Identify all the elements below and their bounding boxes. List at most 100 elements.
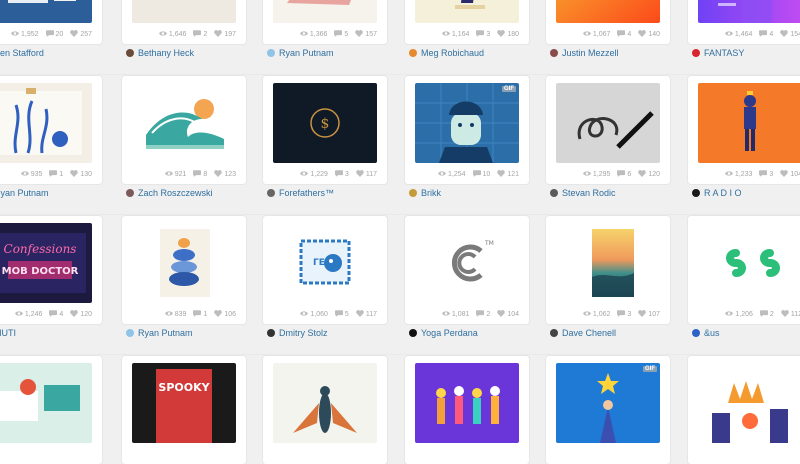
shot-thumbnail[interactable] [556,83,660,163]
eye-icon [582,30,591,39]
view-count-stat: 1,246 [14,310,42,319]
shot-card[interactable]: $1,229 3 117 [263,76,387,184]
author-link[interactable]: MUTI [0,328,16,338]
like-count-stat[interactable]: 157 [355,29,377,39]
shot-card[interactable]: 1,206 2 112 [688,216,800,324]
view-count: 1,062 [592,310,611,318]
heart-icon [780,29,789,39]
shot-card[interactable]: 1,464 4 154 [688,0,800,44]
shot-thumbnail[interactable] [698,83,800,163]
shot-card[interactable] [405,356,529,464]
like-count-stat[interactable]: 120 [70,309,92,319]
shot-card[interactable]: GIF [546,356,670,464]
shot-thumbnail[interactable] [0,0,92,23]
shot-thumbnail[interactable] [0,363,92,443]
shot-card[interactable]: 1,952 20 257 [0,0,102,44]
author-link[interactable]: Brikk [409,188,441,198]
shot-thumbnail[interactable]: ГЕ [273,223,377,303]
author-link[interactable]: Justin Mezzell [550,48,619,58]
shot-thumbnail[interactable]: Confessions MOB DOCTOR [0,223,92,303]
shot-thumbnail[interactable] [698,223,800,303]
shot-card[interactable]: ГЕ 1,060 5 117 [263,216,387,324]
shot-card[interactable]: 839 1 106 [122,216,246,324]
like-count-stat[interactable]: 120 [638,169,660,179]
shot-card[interactable] [0,356,102,464]
shot-card[interactable]: 1,366 5 157 [263,0,387,44]
shot-card[interactable] [688,356,800,464]
shot-thumbnail[interactable] [132,83,236,163]
author-link[interactable]: R A D I O [692,188,742,198]
like-count-stat[interactable]: 106 [214,309,236,319]
shot-card[interactable]: Confessions MOB DOCTOR 1,246 4 120 [0,216,102,324]
shot-thumbnail[interactable] [556,0,660,23]
like-count-stat[interactable]: 123 [214,169,236,179]
shot-thumbnail[interactable] [556,223,660,303]
shot-card[interactable]: 1,062 3 107 [546,216,670,324]
author-link[interactable]: FANTASY [692,48,744,58]
shot-thumbnail[interactable] [0,83,92,163]
shot-thumbnail[interactable]: GIF [415,83,519,163]
comment-count-stat: 4 [617,29,631,39]
shot-thumbnail[interactable] [132,0,236,23]
like-count-stat[interactable]: 180 [497,29,519,39]
like-count-stat[interactable]: 104 [497,309,519,319]
author-link[interactable]: Stevan Rodic [550,188,616,198]
author-link[interactable]: Forefathers™ [267,188,334,198]
shot-card[interactable]: GIF 1,254 10 121 [405,76,529,184]
author-link[interactable]: &us [692,328,720,338]
author-link[interactable]: Zach Roszczewski [126,188,213,198]
like-count-stat[interactable]: 107 [638,309,660,319]
shot-stats: 1,254 10 121 [405,167,519,181]
view-count-stat: 1,952 [10,30,39,39]
author-link[interactable]: Dave Chenell [550,328,616,338]
shot-thumbnail[interactable]: SPOOKY [132,363,236,443]
shot-thumbnail[interactable] [273,363,377,443]
like-count-stat[interactable]: 121 [497,169,519,179]
shot-card[interactable]: 1,646 2 197 [122,0,246,44]
author-link[interactable]: Ryan Putnam [126,328,193,338]
shot-thumbnail[interactable] [415,363,519,443]
like-count-stat[interactable]: 154 [780,29,800,39]
shot-thumbnail[interactable] [698,363,800,443]
comment-count-stat: 8 [193,169,207,179]
author-link[interactable]: Dmitry Stolz [267,328,328,338]
like-count: 130 [80,170,92,178]
author-link[interactable]: Ben Stafford [0,48,44,58]
shot-card[interactable]: TM 1,081 2 104 [405,216,529,324]
comment-count: 2 [486,310,491,318]
like-count-stat[interactable]: 257 [70,29,92,39]
shot-thumbnail[interactable]: TM [415,223,519,303]
like-count-stat[interactable]: 140 [638,29,660,39]
author-link[interactable]: Ryan Putnam [267,48,334,58]
author-link[interactable]: Bethany Heck [126,48,194,58]
like-count-stat[interactable]: 104 [780,169,800,179]
author-link[interactable]: Ryan Putnam [0,188,49,198]
like-count-stat[interactable]: 117 [356,169,377,179]
shot-card[interactable]: 1,233 3 104 [688,76,800,184]
shot-card[interactable]: 921 8 123 [122,76,246,184]
like-count-stat[interactable]: 130 [70,169,92,179]
shot-card[interactable]: 1,164 3 180 [405,0,529,44]
view-count-stat: 1,233 [724,170,752,179]
shot-thumbnail[interactable] [698,0,800,23]
shot-thumbnail[interactable] [132,223,236,303]
shot-thumbnail[interactable]: GIF [556,363,660,443]
shot-card[interactable]: SPOOKY [122,356,246,464]
author-link[interactable]: Yoga Perdana [409,328,478,338]
comment-icon [617,309,626,319]
comment-count-stat: 2 [476,309,491,319]
shot-thumbnail[interactable] [415,0,519,23]
shot-card[interactable]: 935 1 130 [0,76,102,184]
shot-card[interactable] [263,356,387,464]
shot-thumbnail[interactable] [273,0,377,23]
comment-count: 5 [344,310,349,318]
shot-card[interactable]: 1,067 4 140 [546,0,670,44]
like-count-stat[interactable]: 197 [214,29,236,39]
shot-card[interactable]: 1,295 6 120 [546,76,670,184]
author-link[interactable]: Meg Robichaud [409,48,484,58]
heart-icon [638,29,647,39]
shot-thumbnail[interactable]: $ [273,83,377,163]
like-count-stat[interactable]: 112 [781,309,800,319]
like-count-stat[interactable]: 117 [356,309,377,319]
comment-icon [472,169,481,179]
